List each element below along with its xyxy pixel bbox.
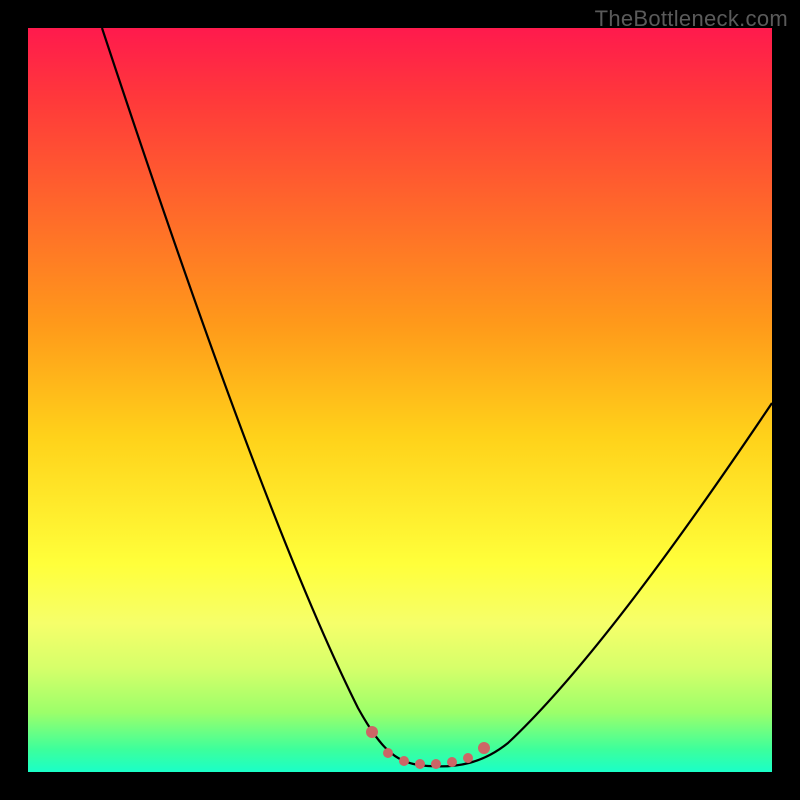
bottleneck-curve [102, 28, 772, 766]
chart-frame: TheBottleneck.com [0, 0, 800, 800]
watermark-label: TheBottleneck.com [595, 6, 788, 32]
chart-plot-area [28, 28, 772, 772]
chart-svg [28, 28, 772, 772]
